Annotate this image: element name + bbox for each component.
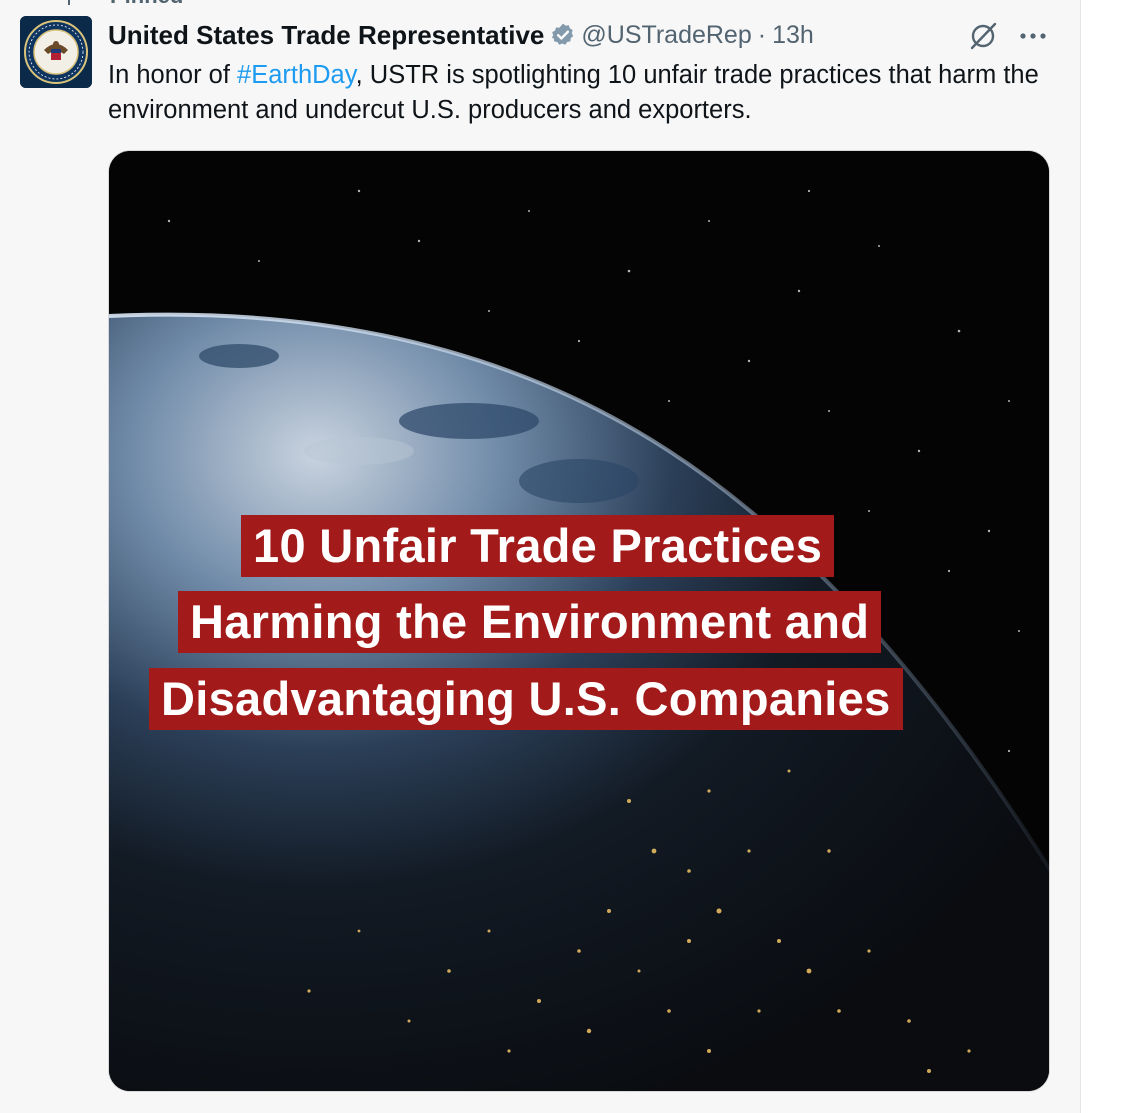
media-headline-line-3: Disadvantaging U.S. Companies [149, 668, 903, 730]
tweet-text-before: In honor of [108, 61, 238, 89]
header-separator: · [757, 20, 767, 49]
verified-badge-icon [552, 23, 574, 45]
pinned-label: Pinned [110, 0, 183, 9]
right-gutter [1080, 0, 1123, 1113]
author-display-name[interactable]: United States Trade Representative [108, 20, 544, 51]
seal-logo [20, 16, 92, 88]
author-handle[interactable]: @USTradeRep [581, 21, 751, 50]
grok-button[interactable] [966, 20, 1000, 52]
avatar[interactable] [20, 16, 92, 88]
grok-icon [970, 22, 997, 50]
tweet-text: In honor of #EarthDay, USTR is spotlight… [108, 58, 1058, 128]
tweet-media-image[interactable]: 10 Unfair Trade Practices Harming the En… [108, 150, 1050, 1092]
hashtag-link[interactable]: #EarthDay [237, 61, 356, 89]
media-headline-line-1: 10 Unfair Trade Practices [241, 515, 835, 577]
tweet-timestamp[interactable]: 13h [772, 21, 814, 50]
more-icon [1020, 33, 1046, 39]
pin-icon [68, 0, 70, 5]
media-headline-line-2: Harming the Environment and [178, 591, 882, 653]
pinned-indicator: Pinned [62, 0, 183, 9]
tweet-header: United States Trade Representative @USTr… [108, 18, 814, 52]
more-options-button[interactable] [1016, 20, 1050, 52]
